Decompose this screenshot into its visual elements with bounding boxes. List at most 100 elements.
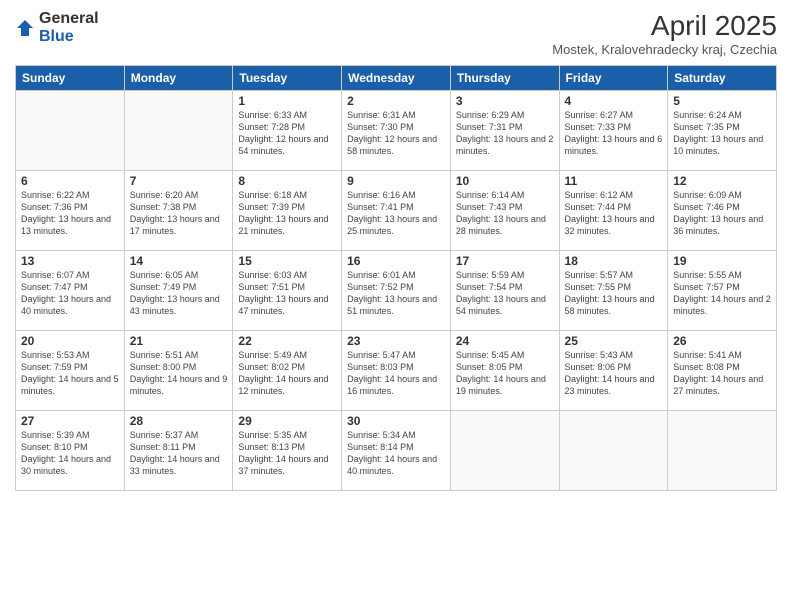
header: General Blue April 2025 Mostek, Kraloveh… xyxy=(15,10,777,57)
col-saturday: Saturday xyxy=(668,66,777,91)
day-number: 3 xyxy=(456,94,554,108)
day-number: 18 xyxy=(565,254,663,268)
day-number: 23 xyxy=(347,334,445,348)
day-number: 24 xyxy=(456,334,554,348)
location: Mostek, Kralovehradecky kraj, Czechia xyxy=(552,42,777,57)
table-row: 28Sunrise: 5:37 AM Sunset: 8:11 PM Dayli… xyxy=(124,411,233,491)
day-info: Sunrise: 5:37 AM Sunset: 8:11 PM Dayligh… xyxy=(130,429,228,478)
table-row: 30Sunrise: 5:34 AM Sunset: 8:14 PM Dayli… xyxy=(342,411,451,491)
table-row xyxy=(450,411,559,491)
table-row: 11Sunrise: 6:12 AM Sunset: 7:44 PM Dayli… xyxy=(559,171,668,251)
day-number: 29 xyxy=(238,414,336,428)
table-row: 25Sunrise: 5:43 AM Sunset: 8:06 PM Dayli… xyxy=(559,331,668,411)
day-number: 5 xyxy=(673,94,771,108)
calendar-week-row: 20Sunrise: 5:53 AM Sunset: 7:59 PM Dayli… xyxy=(16,331,777,411)
page: General Blue April 2025 Mostek, Kraloveh… xyxy=(0,0,792,612)
table-row: 21Sunrise: 5:51 AM Sunset: 8:00 PM Dayli… xyxy=(124,331,233,411)
calendar-week-row: 13Sunrise: 6:07 AM Sunset: 7:47 PM Dayli… xyxy=(16,251,777,331)
day-info: Sunrise: 6:27 AM Sunset: 7:33 PM Dayligh… xyxy=(565,109,663,158)
calendar-week-row: 1Sunrise: 6:33 AM Sunset: 7:28 PM Daylig… xyxy=(16,91,777,171)
day-number: 30 xyxy=(347,414,445,428)
day-info: Sunrise: 5:45 AM Sunset: 8:05 PM Dayligh… xyxy=(456,349,554,398)
day-number: 7 xyxy=(130,174,228,188)
table-row: 3Sunrise: 6:29 AM Sunset: 7:31 PM Daylig… xyxy=(450,91,559,171)
day-info: Sunrise: 5:51 AM Sunset: 8:00 PM Dayligh… xyxy=(130,349,228,398)
day-info: Sunrise: 5:49 AM Sunset: 8:02 PM Dayligh… xyxy=(238,349,336,398)
table-row: 1Sunrise: 6:33 AM Sunset: 7:28 PM Daylig… xyxy=(233,91,342,171)
table-row: 27Sunrise: 5:39 AM Sunset: 8:10 PM Dayli… xyxy=(16,411,125,491)
table-row: 29Sunrise: 5:35 AM Sunset: 8:13 PM Dayli… xyxy=(233,411,342,491)
day-info: Sunrise: 6:09 AM Sunset: 7:46 PM Dayligh… xyxy=(673,189,771,238)
table-row: 8Sunrise: 6:18 AM Sunset: 7:39 PM Daylig… xyxy=(233,171,342,251)
table-row: 12Sunrise: 6:09 AM Sunset: 7:46 PM Dayli… xyxy=(668,171,777,251)
table-row: 7Sunrise: 6:20 AM Sunset: 7:38 PM Daylig… xyxy=(124,171,233,251)
day-number: 13 xyxy=(21,254,119,268)
table-row: 2Sunrise: 6:31 AM Sunset: 7:30 PM Daylig… xyxy=(342,91,451,171)
table-row xyxy=(668,411,777,491)
day-number: 17 xyxy=(456,254,554,268)
month-title: April 2025 xyxy=(552,10,777,42)
day-number: 16 xyxy=(347,254,445,268)
logo: General Blue xyxy=(15,10,99,45)
day-info: Sunrise: 6:16 AM Sunset: 7:41 PM Dayligh… xyxy=(347,189,445,238)
day-number: 21 xyxy=(130,334,228,348)
table-row: 5Sunrise: 6:24 AM Sunset: 7:35 PM Daylig… xyxy=(668,91,777,171)
day-info: Sunrise: 5:41 AM Sunset: 8:08 PM Dayligh… xyxy=(673,349,771,398)
day-info: Sunrise: 5:59 AM Sunset: 7:54 PM Dayligh… xyxy=(456,269,554,318)
day-info: Sunrise: 5:35 AM Sunset: 8:13 PM Dayligh… xyxy=(238,429,336,478)
col-tuesday: Tuesday xyxy=(233,66,342,91)
col-wednesday: Wednesday xyxy=(342,66,451,91)
table-row: 20Sunrise: 5:53 AM Sunset: 7:59 PM Dayli… xyxy=(16,331,125,411)
calendar-header-row: Sunday Monday Tuesday Wednesday Thursday… xyxy=(16,66,777,91)
day-number: 27 xyxy=(21,414,119,428)
day-info: Sunrise: 6:05 AM Sunset: 7:49 PM Dayligh… xyxy=(130,269,228,318)
day-info: Sunrise: 5:39 AM Sunset: 8:10 PM Dayligh… xyxy=(21,429,119,478)
day-info: Sunrise: 6:29 AM Sunset: 7:31 PM Dayligh… xyxy=(456,109,554,158)
table-row: 15Sunrise: 6:03 AM Sunset: 7:51 PM Dayli… xyxy=(233,251,342,331)
day-info: Sunrise: 6:22 AM Sunset: 7:36 PM Dayligh… xyxy=(21,189,119,238)
table-row xyxy=(124,91,233,171)
table-row: 9Sunrise: 6:16 AM Sunset: 7:41 PM Daylig… xyxy=(342,171,451,251)
table-row: 14Sunrise: 6:05 AM Sunset: 7:49 PM Dayli… xyxy=(124,251,233,331)
day-info: Sunrise: 5:53 AM Sunset: 7:59 PM Dayligh… xyxy=(21,349,119,398)
day-number: 8 xyxy=(238,174,336,188)
logo-blue: Blue xyxy=(39,28,99,46)
day-number: 25 xyxy=(565,334,663,348)
table-row: 16Sunrise: 6:01 AM Sunset: 7:52 PM Dayli… xyxy=(342,251,451,331)
day-number: 28 xyxy=(130,414,228,428)
day-info: Sunrise: 5:57 AM Sunset: 7:55 PM Dayligh… xyxy=(565,269,663,318)
day-info: Sunrise: 6:14 AM Sunset: 7:43 PM Dayligh… xyxy=(456,189,554,238)
logo-general: General xyxy=(39,10,99,28)
day-number: 15 xyxy=(238,254,336,268)
table-row: 4Sunrise: 6:27 AM Sunset: 7:33 PM Daylig… xyxy=(559,91,668,171)
calendar-week-row: 27Sunrise: 5:39 AM Sunset: 8:10 PM Dayli… xyxy=(16,411,777,491)
day-number: 22 xyxy=(238,334,336,348)
day-info: Sunrise: 6:12 AM Sunset: 7:44 PM Dayligh… xyxy=(565,189,663,238)
table-row: 23Sunrise: 5:47 AM Sunset: 8:03 PM Dayli… xyxy=(342,331,451,411)
table-row: 10Sunrise: 6:14 AM Sunset: 7:43 PM Dayli… xyxy=(450,171,559,251)
day-info: Sunrise: 5:55 AM Sunset: 7:57 PM Dayligh… xyxy=(673,269,771,318)
table-row: 17Sunrise: 5:59 AM Sunset: 7:54 PM Dayli… xyxy=(450,251,559,331)
day-info: Sunrise: 6:07 AM Sunset: 7:47 PM Dayligh… xyxy=(21,269,119,318)
day-info: Sunrise: 6:18 AM Sunset: 7:39 PM Dayligh… xyxy=(238,189,336,238)
table-row: 19Sunrise: 5:55 AM Sunset: 7:57 PM Dayli… xyxy=(668,251,777,331)
day-number: 14 xyxy=(130,254,228,268)
col-monday: Monday xyxy=(124,66,233,91)
day-info: Sunrise: 6:31 AM Sunset: 7:30 PM Dayligh… xyxy=(347,109,445,158)
day-number: 1 xyxy=(238,94,336,108)
table-row: 26Sunrise: 5:41 AM Sunset: 8:08 PM Dayli… xyxy=(668,331,777,411)
day-number: 11 xyxy=(565,174,663,188)
day-number: 9 xyxy=(347,174,445,188)
logo-text: General Blue xyxy=(39,10,99,45)
calendar-week-row: 6Sunrise: 6:22 AM Sunset: 7:36 PM Daylig… xyxy=(16,171,777,251)
table-row: 22Sunrise: 5:49 AM Sunset: 8:02 PM Dayli… xyxy=(233,331,342,411)
col-friday: Friday xyxy=(559,66,668,91)
day-info: Sunrise: 5:47 AM Sunset: 8:03 PM Dayligh… xyxy=(347,349,445,398)
table-row: 24Sunrise: 5:45 AM Sunset: 8:05 PM Dayli… xyxy=(450,331,559,411)
col-sunday: Sunday xyxy=(16,66,125,91)
day-info: Sunrise: 6:03 AM Sunset: 7:51 PM Dayligh… xyxy=(238,269,336,318)
day-info: Sunrise: 6:01 AM Sunset: 7:52 PM Dayligh… xyxy=(347,269,445,318)
day-info: Sunrise: 6:20 AM Sunset: 7:38 PM Dayligh… xyxy=(130,189,228,238)
day-number: 12 xyxy=(673,174,771,188)
day-number: 6 xyxy=(21,174,119,188)
